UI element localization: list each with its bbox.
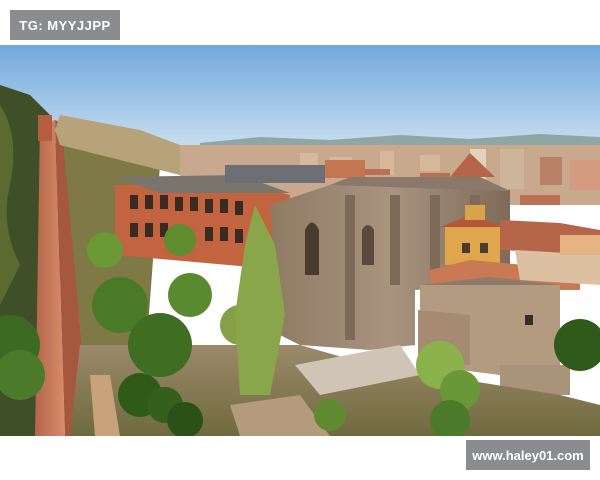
watermark-top: TG: MYYJJPP (10, 10, 120, 40)
page-frame: TG: MYYJJPP www.haley01.com (0, 0, 600, 480)
watermark-bottom: www.haley01.com (466, 440, 590, 470)
aerial-city-photo (0, 45, 600, 436)
